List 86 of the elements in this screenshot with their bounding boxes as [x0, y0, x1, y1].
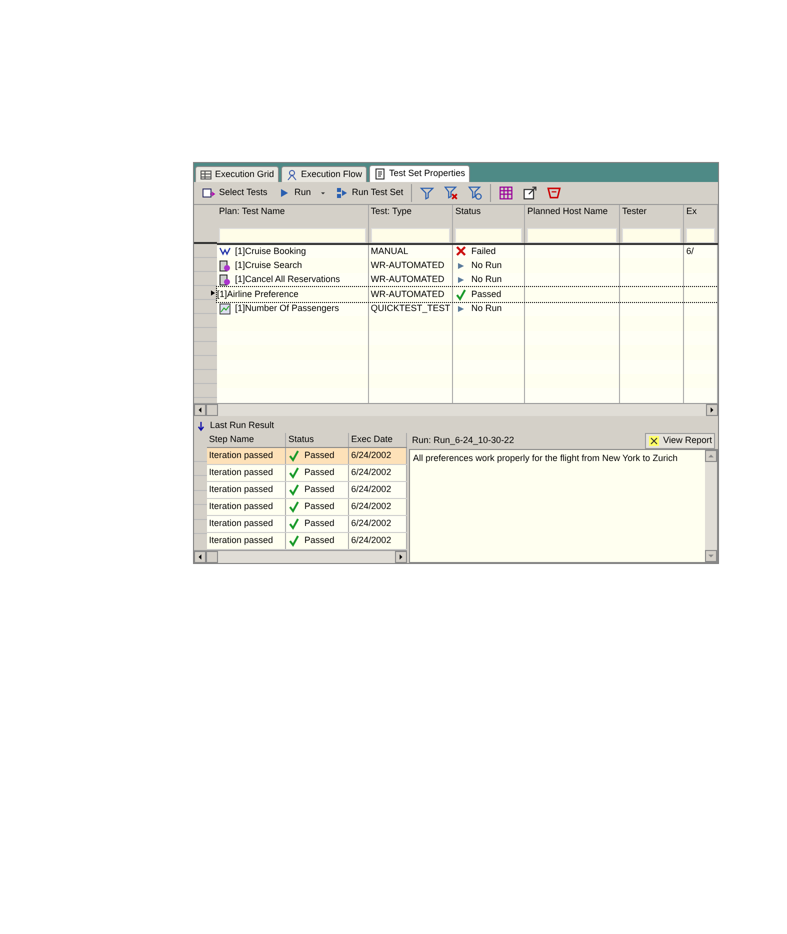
- arrow-right-icon: [708, 406, 716, 414]
- table-cell: 6/: [686, 246, 694, 256]
- test-name: [1]Cancel All Reservations: [235, 273, 340, 286]
- scroll-thumb[interactable]: [206, 404, 218, 416]
- step-status: Passed: [304, 482, 334, 496]
- step-status: Passed: [304, 517, 334, 530]
- step-name: Iteration passed: [209, 450, 274, 460]
- step-status: Passed: [304, 448, 334, 462]
- test-type: WR-AUTOMATED: [370, 260, 444, 270]
- check-icon: [288, 518, 300, 530]
- toolbar-button[interactable]: Run: [275, 186, 313, 200]
- panel-title: Last Run Result: [210, 419, 274, 432]
- test-status: No Run: [471, 258, 502, 272]
- tab[interactable]: Execution Flow: [281, 166, 368, 182]
- refresh-filter-icon[interactable]: [466, 186, 484, 200]
- step-status: Passed: [304, 500, 334, 514]
- clear-filter-icon[interactable]: [442, 186, 460, 200]
- filter-icon[interactable]: [418, 186, 436, 200]
- exec-date: 6/24/2002: [351, 518, 392, 528]
- arrow-left-icon: [196, 553, 204, 561]
- step-row[interactable]: Iteration passed Passed 6/24/2002: [207, 481, 406, 498]
- test-type: WR-AUTOMATED: [370, 274, 444, 284]
- run-label: Run: Run_6-24_10-30-22: [412, 434, 514, 448]
- columns-icon[interactable]: [497, 186, 516, 200]
- report-icon: [648, 435, 660, 447]
- step-name: Iteration passed: [209, 484, 274, 494]
- test-type: MANUAL: [370, 246, 408, 256]
- step-row[interactable]: Iteration passed Passed 6/24/2002: [207, 515, 406, 532]
- exec-date: 6/24/2002: [351, 466, 392, 477]
- step-name: Iteration passed: [209, 501, 274, 512]
- test-name: [1]Cruise Search: [235, 258, 302, 272]
- flow-icon: [286, 168, 298, 180]
- step-name: Iteration passed: [209, 466, 274, 477]
- filter-field[interactable]: [622, 228, 682, 242]
- step-row[interactable]: Iteration passed Passed 6/24/2002: [207, 447, 406, 464]
- current-row-icon: [209, 288, 217, 298]
- step-name: Iteration passed: [209, 518, 274, 528]
- tab[interactable]: Execution Grid: [195, 166, 280, 182]
- test-name: [1]Cruise Booking: [235, 244, 306, 258]
- vertical-scrollbar[interactable]: [705, 450, 717, 562]
- step-row[interactable]: Iteration passed Passed 6/24/2002: [207, 498, 406, 516]
- step-status: Passed: [304, 534, 334, 548]
- export-icon[interactable]: [521, 186, 540, 200]
- test-status: No Run: [471, 273, 502, 286]
- exec-date: 6/24/2002: [351, 501, 392, 512]
- exec-date: 6/24/2002: [351, 484, 392, 494]
- horizontal-scrollbar[interactable]: [194, 403, 718, 416]
- arrow-down-icon: [707, 552, 715, 560]
- arrow-left-icon: [196, 406, 204, 414]
- toolbar-button[interactable]: Run Test Set: [332, 186, 406, 200]
- document-icon: [374, 168, 386, 180]
- step-status: Passed: [304, 466, 334, 479]
- check-icon: [288, 500, 300, 513]
- test-status: No Run: [471, 302, 502, 316]
- horizontal-scrollbar[interactable]: [194, 550, 407, 563]
- check-icon: [288, 466, 300, 479]
- check-icon: [288, 534, 300, 547]
- view-report-button[interactable]: View Report: [645, 433, 715, 449]
- test-name: [1]Number Of Passengers: [235, 302, 340, 316]
- filter-field[interactable]: [527, 228, 618, 242]
- select-tests-icon: [202, 187, 216, 199]
- exec-date: 6/24/2002: [351, 450, 392, 460]
- step-name: Iteration passed: [209, 535, 274, 546]
- run-description: All preferences work properly for the flight from New York to Zurich: [410, 450, 705, 562]
- down-arrow-icon: [196, 420, 206, 432]
- check-icon: [288, 484, 300, 496]
- step-row[interactable]: Iteration passed Passed 6/24/2002: [207, 464, 406, 482]
- scroll-thumb[interactable]: [206, 551, 218, 563]
- test-type: QUICKTEST_TEST: [370, 303, 450, 314]
- tab[interactable]: Test Set Properties: [369, 165, 470, 182]
- toolbar-button[interactable]: Select Tests: [200, 186, 270, 200]
- arrow-right-icon: [397, 553, 405, 561]
- check-icon: [288, 450, 300, 462]
- grid-icon: [200, 168, 212, 180]
- run-set-icon: [334, 187, 349, 199]
- filter-field[interactable]: [455, 228, 522, 242]
- filter-field[interactable]: [686, 228, 715, 242]
- test-status: Failed: [471, 244, 496, 258]
- report-icon[interactable]: [545, 186, 564, 200]
- exec-date: 6/24/2002: [351, 535, 392, 546]
- test-status: Passed: [471, 288, 502, 301]
- test-type: WR-AUTOMATED: [370, 288, 444, 299]
- test-name: [1]Airline Preference: [217, 288, 299, 301]
- filter-field[interactable]: [219, 228, 366, 242]
- arrow-up-icon: [707, 452, 715, 460]
- filter-field[interactable]: [370, 228, 450, 242]
